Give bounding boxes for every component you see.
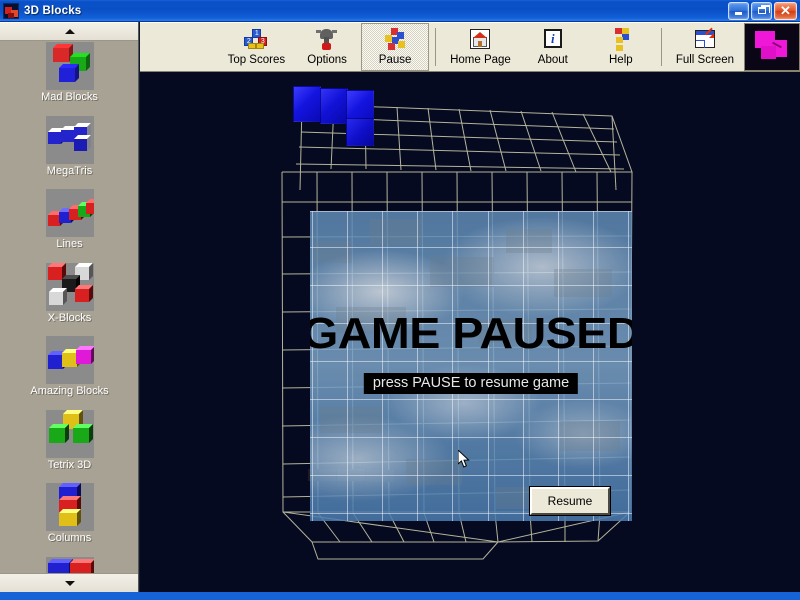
sidebar-item-tetrix-3d[interactable]: Tetrix 3D <box>0 409 138 483</box>
pause-overlay-panel: GAME PAUSED press PAUSE to resume game R… <box>310 211 632 521</box>
app-blocks-icon <box>3 2 19 19</box>
game-canvas[interactable]: GAME PAUSED press PAUSE to resume game R… <box>140 72 800 592</box>
overlay-grid-lines <box>310 211 632 521</box>
main-toolbar: 1 2 3 Top Scores Options Pause Home Page… <box>140 22 800 72</box>
toolbar-left-gap <box>140 23 220 71</box>
sidebar-scroll-down-button[interactable] <box>0 573 138 592</box>
sidebar-item-label: Amazing Blocks <box>30 385 109 397</box>
toolbar-button-pause[interactable]: Pause <box>361 23 430 71</box>
sidebar-scroll-up-button[interactable] <box>0 22 138 41</box>
columns-thumb <box>45 483 94 531</box>
toolbar-button-top-scores[interactable]: 1 2 3 Top Scores <box>220 23 294 71</box>
megatris-thumb <box>45 115 94 164</box>
toolbar-separator-2 <box>660 28 662 66</box>
toolbar-button-home-page[interactable]: Home Page <box>442 23 519 71</box>
game-list: Mad Blocks MegaTris Lines X-Blocks Amazi… <box>0 41 138 573</box>
game-list-sidebar: Mad Blocks MegaTris Lines X-Blocks Amazi… <box>0 22 139 592</box>
toolbar-button-about[interactable]: i About <box>519 23 587 71</box>
title-bar: 3D Blocks ✕ <box>0 0 800 22</box>
maximize-icon <box>757 5 770 14</box>
toolbar-button-options[interactable]: Options <box>293 23 361 71</box>
toolbar-button-label: Help <box>609 54 633 66</box>
partial-thumb <box>45 556 94 573</box>
minimize-button[interactable] <box>728 1 749 20</box>
window-title: 3D Blocks <box>24 4 82 17</box>
toolbar-separator-1 <box>435 28 437 66</box>
toolbar-button-label: Home Page <box>450 54 511 66</box>
sidebar-item-columns[interactable]: Columns <box>0 482 138 556</box>
sidebar-item-amazing-blocks[interactable]: Amazing Blocks <box>0 335 138 409</box>
sidebar-item-megatris[interactable]: MegaTris <box>0 115 138 189</box>
sidebar-item-label: Mad Blocks <box>41 91 98 103</box>
maximize-button[interactable] <box>751 1 772 20</box>
game-paused-title: GAME PAUSED <box>310 309 632 358</box>
amazing-blocks-thumb <box>45 336 94 384</box>
help-blocks-icon <box>608 27 634 53</box>
sidebar-item-mad-blocks[interactable]: Mad Blocks <box>0 41 138 115</box>
application-window: 3D Blocks ✕ Mad Blocks MegaTris Lines X-… <box>0 0 800 600</box>
house-icon <box>467 27 493 53</box>
chevron-up-icon <box>64 29 75 34</box>
toolbar-button-label: Options <box>307 54 347 66</box>
minimize-icon <box>735 12 742 15</box>
fullscreen-icon <box>692 27 718 53</box>
sidebar-item-label: X-Blocks <box>47 311 92 324</box>
x-blocks-thumb <box>45 262 94 311</box>
sidebar-item-label: Lines <box>56 238 83 250</box>
pause-hint-text: press PAUSE to resume game <box>363 373 579 394</box>
close-icon: ✕ <box>780 3 791 18</box>
sidebar-item-lines[interactable]: Lines <box>0 188 138 262</box>
toolbar-button-label: Top Scores <box>227 54 286 66</box>
sidebar-item-label: MegaTris <box>46 164 93 177</box>
toolbar-button-full-screen[interactable]: Full Screen <box>668 23 742 71</box>
window-controls: ✕ <box>728 1 797 20</box>
close-button[interactable]: ✕ <box>774 1 797 20</box>
tetrix-3d-thumb <box>45 409 94 458</box>
sidebar-item-partial[interactable] <box>0 556 138 573</box>
toolbar-button-label: About <box>537 54 568 66</box>
toolbar-button-label: Full Screen <box>675 54 734 66</box>
pause-blocks-icon <box>382 27 408 53</box>
resume-button[interactable]: Resume <box>530 487 610 515</box>
podium-blocks-icon: 1 2 3 <box>243 27 269 53</box>
next-piece-preview <box>744 23 800 71</box>
sidebar-item-x-blocks[interactable]: X-Blocks <box>0 262 138 336</box>
sidebar-item-label: Columns <box>47 532 92 544</box>
chevron-down-icon <box>64 580 75 586</box>
toolbar-button-label: Pause <box>378 54 412 66</box>
mad-blocks-thumb <box>45 42 94 90</box>
info-icon: i <box>540 27 566 53</box>
wrench-icon <box>314 27 340 53</box>
toolbar-button-help[interactable]: Help <box>587 23 655 71</box>
lines-thumb <box>45 189 94 237</box>
bottom-taskbar-strip <box>0 592 800 600</box>
sidebar-item-label: Tetrix 3D <box>47 458 92 471</box>
